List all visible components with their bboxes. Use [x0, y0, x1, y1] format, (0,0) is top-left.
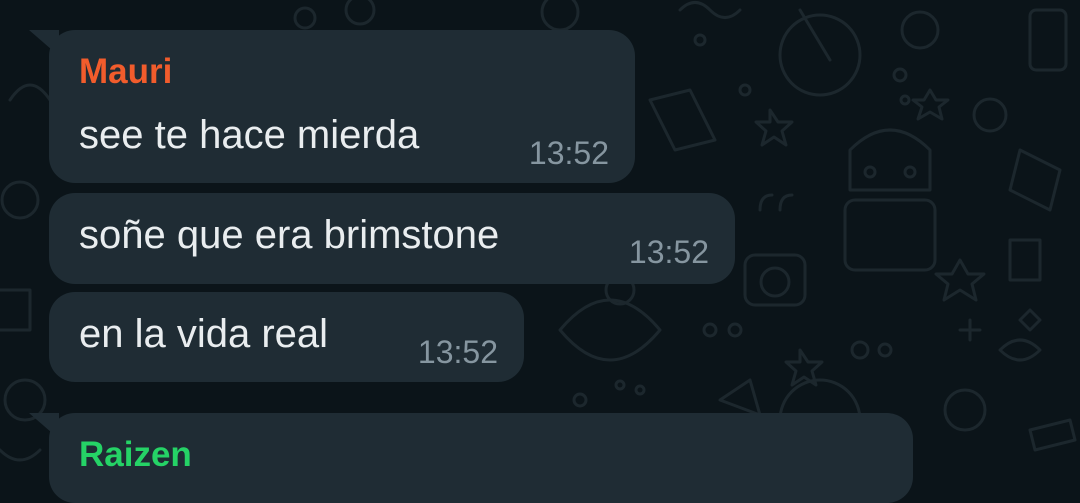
- message-text: soñe que era brimstone: [79, 213, 500, 257]
- sender-name[interactable]: Mauri: [79, 52, 172, 92]
- message-timestamp: 13:52: [528, 135, 609, 171]
- bubble-tail: [29, 413, 59, 439]
- message-text: en la vida real: [79, 312, 329, 356]
- message-timestamp: 13:52: [417, 334, 498, 370]
- bubble-tail: [29, 30, 59, 56]
- message-bubble[interactable]: Raizen: [29, 413, 913, 503]
- message-text: see te hace mierda: [79, 113, 420, 157]
- sender-name[interactable]: Raizen: [79, 435, 192, 475]
- message-timestamp: 13:52: [628, 234, 709, 270]
- message-bubble[interactable]: en la vida real 13:52: [49, 292, 524, 382]
- message-bubble[interactable]: soñe que era brimstone 13:52: [49, 193, 735, 284]
- message-bubble[interactable]: Mauri see te hace mierda 13:52: [29, 30, 635, 183]
